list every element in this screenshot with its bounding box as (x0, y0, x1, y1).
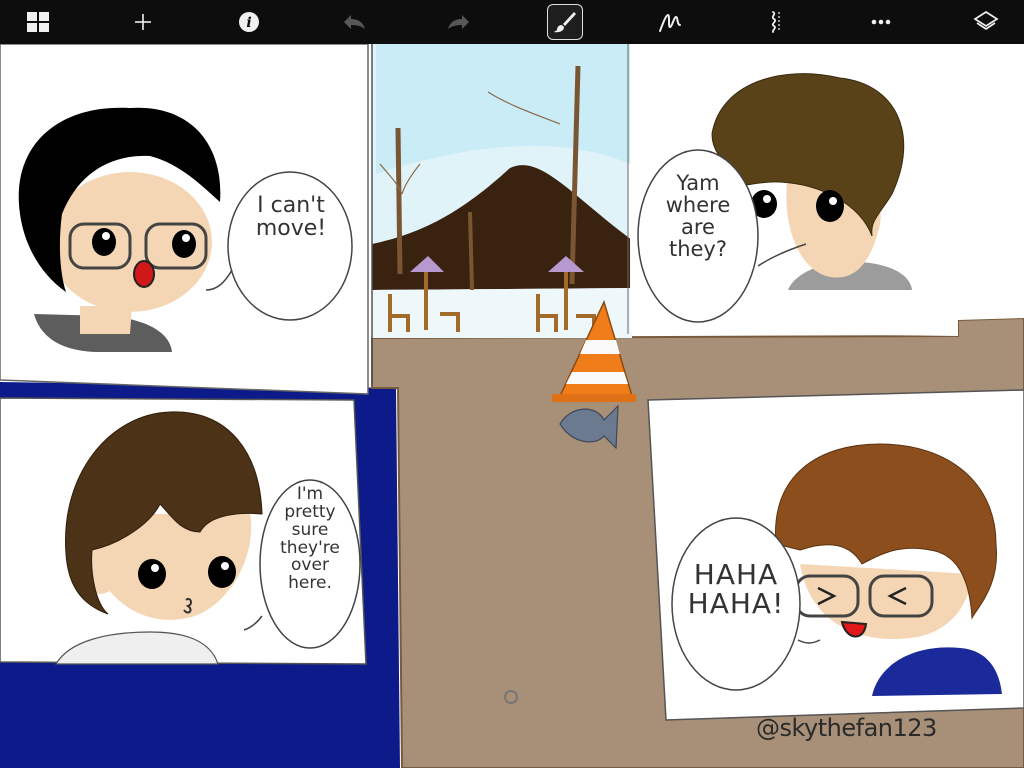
panel2-speech-text: Yam where are they? (665, 171, 731, 262)
redo-icon (448, 15, 470, 29)
add-button[interactable] (125, 4, 161, 40)
panel4-speech-text: HAHA HAHA! (687, 558, 785, 621)
brush-icon (553, 12, 576, 33)
plus-icon (135, 14, 152, 30)
smudge-tool-button[interactable] (652, 4, 688, 40)
eraser-tool-button[interactable] (757, 4, 793, 40)
more-icon (871, 19, 890, 25)
eraser-icon (772, 11, 780, 33)
undo-icon (343, 15, 365, 29)
drawing-canvas[interactable]: I can't move! Yam where are they? I'm pr… (0, 44, 1024, 768)
panel1-speech-text: I can't move! (255, 193, 327, 242)
svg-text:i: i (246, 15, 251, 31)
info-icon: i (238, 12, 259, 32)
toolbar: i (0, 0, 1024, 44)
undo-button[interactable] (336, 4, 372, 40)
panel-4 (647, 389, 1024, 721)
panel3-speech-text: I'm pretty sure they're over here. (280, 484, 340, 594)
artist-signature: @skythefan123 (756, 714, 937, 742)
smudge-icon (658, 13, 681, 32)
redo-button[interactable] (441, 4, 477, 40)
layers-button[interactable] (968, 4, 1004, 40)
layers-icon (973, 10, 999, 31)
brush-tool-button[interactable] (546, 4, 583, 40)
comic-artwork (0, 44, 1024, 768)
gallery-button[interactable] (20, 4, 56, 40)
info-button[interactable]: i (231, 4, 267, 40)
gallery-grid-icon (27, 12, 49, 32)
more-button[interactable] (863, 4, 899, 40)
